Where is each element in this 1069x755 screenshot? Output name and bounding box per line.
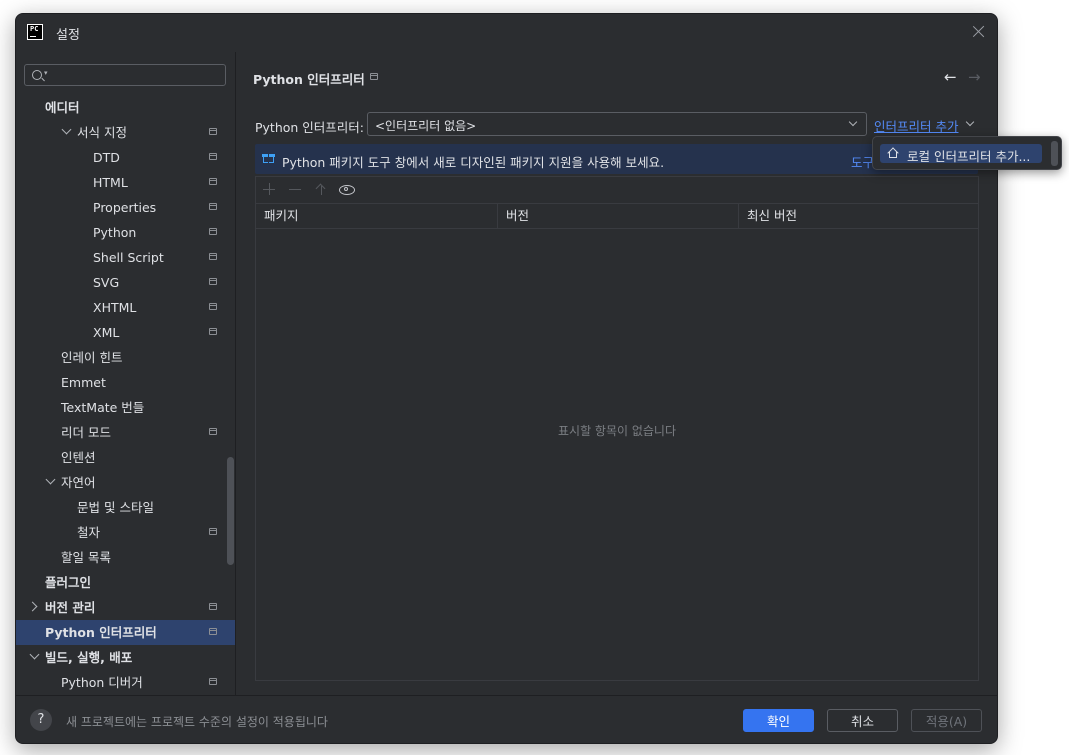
chevron-down-icon[interactable]	[29, 649, 40, 660]
tree-item-reader-mode[interactable]: 리더 모드	[16, 420, 235, 445]
column-header-package[interactable]: 패키지	[256, 204, 497, 228]
plus-icon[interactable]	[259, 180, 279, 200]
project-scope-icon	[209, 628, 217, 635]
popup-item-label: 로컬 인터프리터 추가...	[907, 149, 1031, 164]
project-scope-icon	[209, 228, 217, 235]
empty-table-text: 표시할 항목이 없습니다	[557, 424, 677, 438]
sidebar-scrollbar[interactable]	[227, 457, 234, 565]
interpreter-select-value: <인터프리터 없음>	[375, 119, 477, 133]
tree-item-natural-languages[interactable]: 자연어	[16, 470, 235, 495]
cancel-button[interactable]: 취소	[827, 709, 898, 732]
project-scope-icon	[209, 328, 217, 335]
packages-toolbar	[256, 177, 978, 203]
banner-link[interactable]: 도구	[851, 152, 874, 171]
tree-item-xhtml[interactable]: XHTML	[16, 295, 235, 320]
add-local-interpreter-item[interactable]: 로컬 인터프리터 추가...	[880, 144, 1042, 164]
settings-sidebar: ▾ 에디터 서식 지정 DTD HTML Properties Python S…	[16, 52, 235, 695]
popup-scrollbar[interactable]	[1051, 141, 1058, 166]
tree-item-version-control[interactable]: 버전 관리	[16, 595, 235, 620]
tree-item-plugins[interactable]: 플러그인	[16, 570, 235, 595]
tree-item-python-interpreter[interactable]: Python 인터프리터	[16, 620, 235, 645]
packages-table: 패키지 버전 최신 버전 표시할 항목이 없습니다	[255, 176, 979, 681]
ok-button[interactable]: 확인	[743, 709, 814, 732]
chevron-right-icon[interactable]	[27, 601, 38, 612]
tree-item-dtd[interactable]: DTD	[16, 145, 235, 170]
tree-item-textmate-bundles[interactable]: TextMate 번들	[16, 395, 235, 420]
minus-icon[interactable]	[285, 180, 305, 200]
project-scope-icon	[209, 153, 217, 160]
add-interpreter-link[interactable]: 인터프리터 추가	[874, 116, 958, 135]
banner-text: Python 패키지 도구 창에서 새로 디자인된 패키지 지원을 사용해 보세…	[282, 155, 665, 170]
help-button[interactable]: ?	[30, 709, 52, 731]
tree-item-python[interactable]: Python	[16, 220, 235, 245]
tree-item-grammar-style[interactable]: 문법 및 스타일	[16, 495, 235, 520]
close-icon[interactable]	[969, 22, 989, 42]
upgrade-arrow-icon[interactable]	[311, 180, 331, 200]
tree-item-emmet[interactable]: Emmet	[16, 370, 235, 395]
interpreter-label: Python 인터프리터:	[255, 120, 365, 135]
project-scope-icon	[209, 203, 217, 210]
tree-item-html[interactable]: HTML	[16, 170, 235, 195]
tree-item-shell-script[interactable]: Shell Script	[16, 245, 235, 270]
window-title: 설정	[56, 28, 80, 43]
forward-arrow-icon[interactable]: →	[968, 68, 981, 86]
tree-item-svg[interactable]: SVG	[16, 270, 235, 295]
eye-icon[interactable]	[337, 180, 357, 200]
project-scope-icon	[370, 73, 378, 80]
project-scope-icon	[209, 178, 217, 185]
apply-button[interactable]: 적용(A)	[911, 709, 982, 732]
search-input[interactable]	[51, 67, 225, 85]
tree-item-editor[interactable]: 에디터	[16, 95, 235, 120]
settings-search[interactable]: ▾	[24, 64, 226, 86]
title-bar: PC 설정	[16, 14, 997, 52]
project-scope-icon	[209, 278, 217, 285]
page-title: Python 인터프리터	[253, 72, 365, 87]
tree-item-inlay-hints[interactable]: 인레이 힌트	[16, 345, 235, 370]
back-arrow-icon[interactable]: ←	[944, 68, 957, 86]
tree-item-properties[interactable]: Properties	[16, 195, 235, 220]
interpreter-select[interactable]: <인터프리터 없음>	[367, 112, 867, 136]
column-header-latest-version[interactable]: 최신 버전	[738, 204, 978, 228]
chevron-down-icon	[848, 117, 858, 127]
settings-dialog: PC 설정 ▾ 에디터 서식 지정 DTD HTML Properties Py…	[15, 13, 998, 744]
tree-item-intentions[interactable]: 인텐션	[16, 445, 235, 470]
chevron-down-icon[interactable]	[45, 474, 56, 485]
tree-item-build-execution-deployment[interactable]: 빌드, 실행, 배포	[16, 645, 235, 670]
column-header-version[interactable]: 버전	[497, 204, 738, 228]
project-scope-icon	[209, 128, 217, 135]
footer-note: 새 프로젝트에는 프로젝트 수준의 설정이 적용됩니다	[66, 715, 328, 729]
project-scope-icon	[209, 528, 217, 535]
project-scope-icon	[209, 303, 217, 310]
project-scope-icon	[209, 253, 217, 260]
search-icon	[32, 70, 42, 80]
project-scope-icon	[209, 428, 217, 435]
tree-item-code-style[interactable]: 서식 지정	[16, 120, 235, 145]
dialog-footer: ? 새 프로젝트에는 프로젝트 수준의 설정이 적용됩니다 확인 취소 적용(A…	[16, 695, 997, 743]
add-interpreter-popup: 로컬 인터프리터 추가...	[872, 136, 1062, 170]
pycharm-app-icon: PC	[27, 24, 43, 40]
search-options-caret-icon[interactable]: ▾	[44, 69, 48, 77]
chevron-down-icon[interactable]	[965, 117, 975, 127]
tree-item-todo[interactable]: 할일 목록	[16, 545, 235, 570]
chevron-down-icon[interactable]	[61, 124, 72, 135]
tree-item-xml[interactable]: XML	[16, 320, 235, 345]
tree-item-spelling[interactable]: 철자	[16, 520, 235, 545]
promo-banner: Python 패키지 도구 창에서 새로 디자인된 패키지 지원을 사용해 보세…	[255, 144, 978, 174]
gift-icon	[262, 152, 275, 163]
project-scope-icon	[209, 678, 217, 685]
home-icon	[887, 147, 899, 159]
project-scope-icon	[209, 603, 217, 610]
tree-item-python-debugger[interactable]: Python 디버거	[16, 670, 235, 695]
table-header: 패키지 버전 최신 버전	[256, 203, 978, 229]
